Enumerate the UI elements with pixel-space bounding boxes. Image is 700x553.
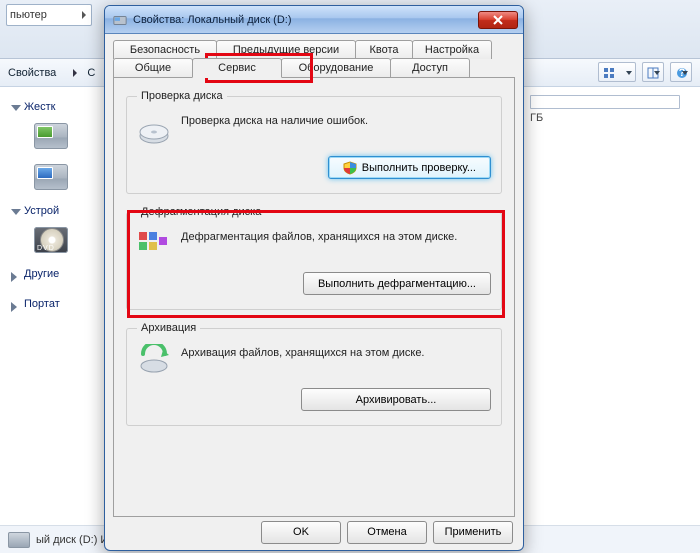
- apply-button[interactable]: Применить: [433, 521, 513, 544]
- tab-sharing[interactable]: Доступ: [390, 58, 470, 77]
- group-legend: Проверка диска: [137, 90, 227, 102]
- cancel-button[interactable]: Отмена: [347, 521, 427, 544]
- group-legend: Дефрагментация диска: [137, 206, 265, 218]
- capacity-bar: [530, 95, 680, 109]
- backup-icon: [137, 344, 171, 378]
- run-backup-button[interactable]: Архивировать...: [301, 388, 491, 411]
- shield-icon: [343, 161, 357, 175]
- group-text: Дефрагментация файлов, хранящихся на это…: [181, 226, 457, 245]
- run-defrag-button[interactable]: Выполнить дефрагментацию...: [303, 272, 491, 295]
- ok-button[interactable]: OK: [261, 521, 341, 544]
- group-backup: Архивация Архивация файлов, хранящихся н…: [126, 322, 502, 426]
- drive-icon: [113, 13, 127, 27]
- tab-customize[interactable]: Настройка: [412, 40, 492, 59]
- toolbar-extra[interactable]: С: [87, 67, 95, 79]
- tab-versions[interactable]: Предыдущие версии: [216, 40, 356, 59]
- preview-pane-button[interactable]: [642, 62, 664, 82]
- tab-hardware[interactable]: Оборудование: [281, 58, 391, 77]
- properties-dialog: Свойства: Локальный диск (D:) Безопаснос…: [104, 5, 524, 551]
- help-button[interactable]: ?: [670, 62, 692, 82]
- breadcrumb[interactable]: пьютер: [6, 4, 92, 26]
- toolbar-properties[interactable]: Свойства: [8, 67, 56, 79]
- tab-row-bottom: Общие Сервис Оборудование Доступ: [113, 58, 515, 77]
- group-text: Архивация файлов, хранящихся на этом дис…: [181, 342, 425, 361]
- breadcrumb-text: пьютер: [10, 9, 47, 21]
- group-defrag: Дефрагментация диска Дефрагментация файл…: [126, 206, 502, 310]
- view-buttons: ?: [598, 62, 692, 82]
- hdd-icon: [34, 123, 68, 149]
- tab-quota[interactable]: Квота: [355, 40, 413, 59]
- dialog-title: Свойства: Локальный диск (D:): [133, 14, 292, 26]
- capacity-text: ГБ: [530, 112, 690, 124]
- tab-strip: Безопасность Предыдущие версии Квота Нас…: [105, 34, 523, 517]
- details-column: ГБ: [530, 95, 690, 124]
- chevron-right-icon: [73, 69, 77, 77]
- group-legend: Архивация: [137, 322, 200, 334]
- run-check-button[interactable]: Выполнить проверку...: [328, 156, 491, 179]
- dvd-icon: [34, 227, 68, 253]
- svg-text:?: ?: [679, 67, 686, 79]
- hdd-icon: [8, 532, 30, 548]
- group-disk-check: Проверка диска Проверка диска на наличие…: [126, 90, 502, 194]
- tab-general[interactable]: Общие: [113, 58, 193, 77]
- defrag-icon: [137, 228, 171, 262]
- dialog-button-row: OK Отмена Применить: [105, 514, 523, 550]
- tab-tools[interactable]: Сервис: [192, 58, 282, 78]
- disk-check-icon: [137, 112, 171, 146]
- tab-security[interactable]: Безопасность: [113, 40, 217, 59]
- hdd-icon: [34, 164, 68, 190]
- view-mode-button[interactable]: [598, 62, 636, 82]
- tab-row-top: Безопасность Предыдущие версии Квота Нас…: [113, 40, 515, 59]
- group-text: Проверка диска на наличие ошибок.: [181, 110, 368, 129]
- chevron-right-icon: [82, 11, 86, 19]
- close-button[interactable]: [478, 11, 518, 29]
- tab-panel-tools: Проверка диска Проверка диска на наличие…: [113, 77, 515, 517]
- titlebar[interactable]: Свойства: Локальный диск (D:): [105, 6, 523, 34]
